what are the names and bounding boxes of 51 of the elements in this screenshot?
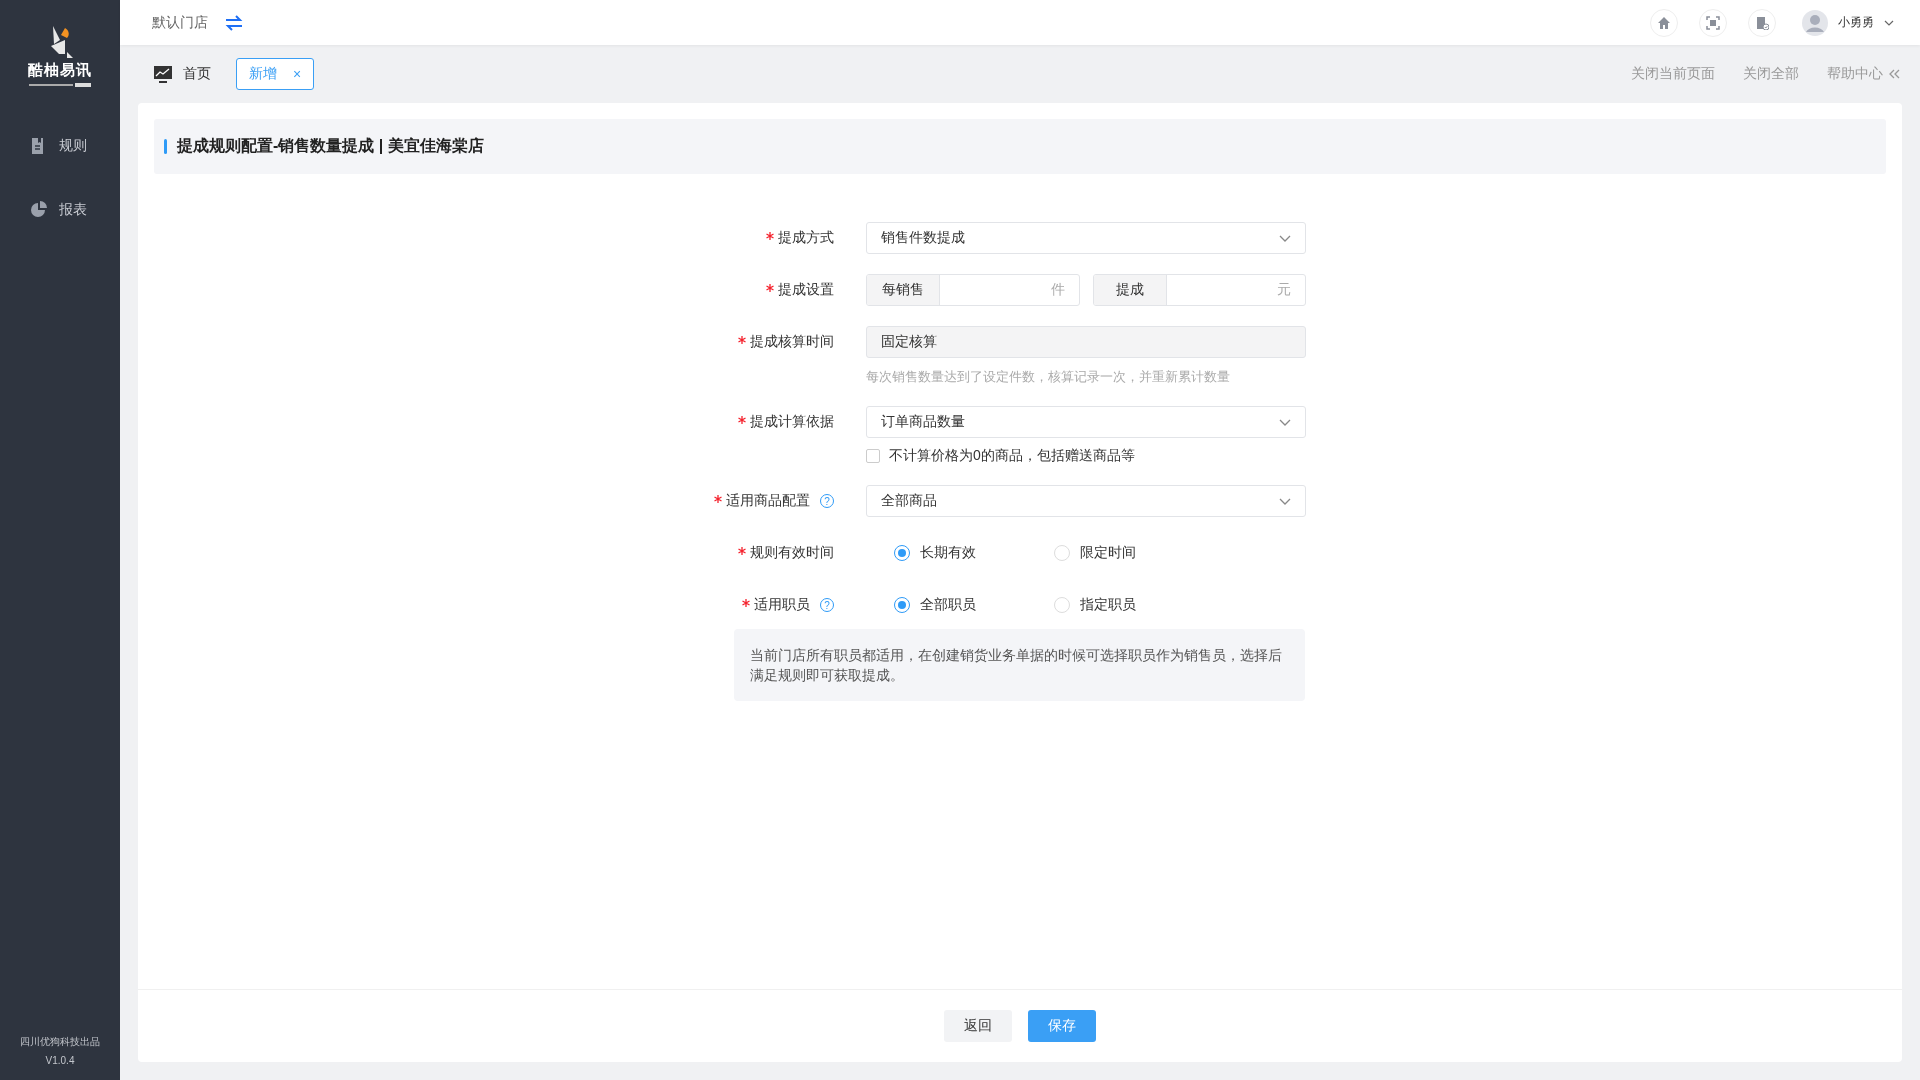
accent-bar bbox=[164, 139, 167, 154]
logo-tagline-drawing bbox=[29, 83, 91, 87]
select-field[interactable]: 销售件数提成 bbox=[866, 222, 1306, 254]
radio-button[interactable] bbox=[894, 545, 910, 561]
select-field[interactable]: 全部商品 bbox=[866, 485, 1306, 517]
document-check-icon bbox=[1755, 15, 1769, 30]
input-prefix: 提成 bbox=[1093, 275, 1167, 305]
back-button[interactable]: 返回 bbox=[944, 1010, 1012, 1042]
readonly-field: 固定核算 bbox=[866, 326, 1306, 358]
sidebar-item[interactable]: 报表 bbox=[0, 178, 120, 242]
avatar-icon[interactable] bbox=[1802, 9, 1828, 36]
pie-chart-icon bbox=[30, 201, 47, 219]
radio-label[interactable]: 指定职员 bbox=[1080, 596, 1136, 614]
sidebar-item[interactable]: 规则 bbox=[0, 114, 120, 178]
fullscreen-button[interactable] bbox=[1699, 8, 1727, 37]
radio-button[interactable] bbox=[894, 597, 910, 613]
store-name: 默认门店 bbox=[152, 13, 208, 32]
input-unit: 元 bbox=[1276, 280, 1292, 299]
field-label: 适用商品配置 bbox=[726, 492, 810, 510]
field-label: 提成计算依据 bbox=[750, 413, 834, 431]
user-name[interactable]: 小勇勇 bbox=[1838, 14, 1874, 31]
chevron-down-icon bbox=[1279, 418, 1291, 426]
swap-icon[interactable] bbox=[224, 13, 244, 32]
select-field[interactable]: 订单商品数量 bbox=[866, 406, 1306, 438]
home-icon bbox=[1657, 15, 1671, 30]
radio-label[interactable]: 限定时间 bbox=[1080, 544, 1136, 562]
checkbox-label[interactable]: 不计算价格为0的商品，包括赠送商品等 bbox=[889, 447, 1135, 465]
field-label: 规则有效时间 bbox=[750, 544, 834, 562]
chevron-down-icon bbox=[1279, 234, 1291, 242]
fullscreen-icon bbox=[1706, 15, 1720, 30]
info-note: 当前门店所有职员都适用，在创建销货业务单据的时候可选择职员作为销售员，选择后满足规则即可获取提成。 bbox=[734, 629, 1305, 701]
page-title: 提成规则配置-销售数量提成 | 美宜佳海棠店 bbox=[177, 136, 484, 156]
field-label: 提成设置 bbox=[778, 281, 834, 299]
footer-text: 四川优狗科技出品 bbox=[20, 1035, 100, 1049]
field-label: 适用职员 bbox=[754, 596, 810, 614]
chart-monitor-icon bbox=[153, 65, 173, 83]
footer-text: V1.0.4 bbox=[45, 1055, 75, 1066]
radio-label[interactable]: 长期有效 bbox=[920, 544, 976, 562]
brand-name: 酷柚易讯 bbox=[28, 61, 92, 80]
input-prefix: 每销售 bbox=[867, 275, 940, 305]
field-label: 提成方式 bbox=[778, 229, 834, 247]
tab[interactable]: 首页 bbox=[140, 58, 224, 90]
collapse-icon[interactable] bbox=[1889, 69, 1900, 79]
caret-icon[interactable] bbox=[1884, 19, 1894, 26]
chevron-down-icon bbox=[1279, 497, 1291, 505]
field-label: 提成核算时间 bbox=[750, 333, 834, 351]
document-check-button[interactable] bbox=[1748, 8, 1776, 37]
radio-label[interactable]: 全部职员 bbox=[920, 596, 976, 614]
home-button[interactable] bbox=[1650, 8, 1678, 37]
checkbox[interactable] bbox=[866, 449, 880, 463]
input-unit: 件 bbox=[1049, 280, 1066, 299]
